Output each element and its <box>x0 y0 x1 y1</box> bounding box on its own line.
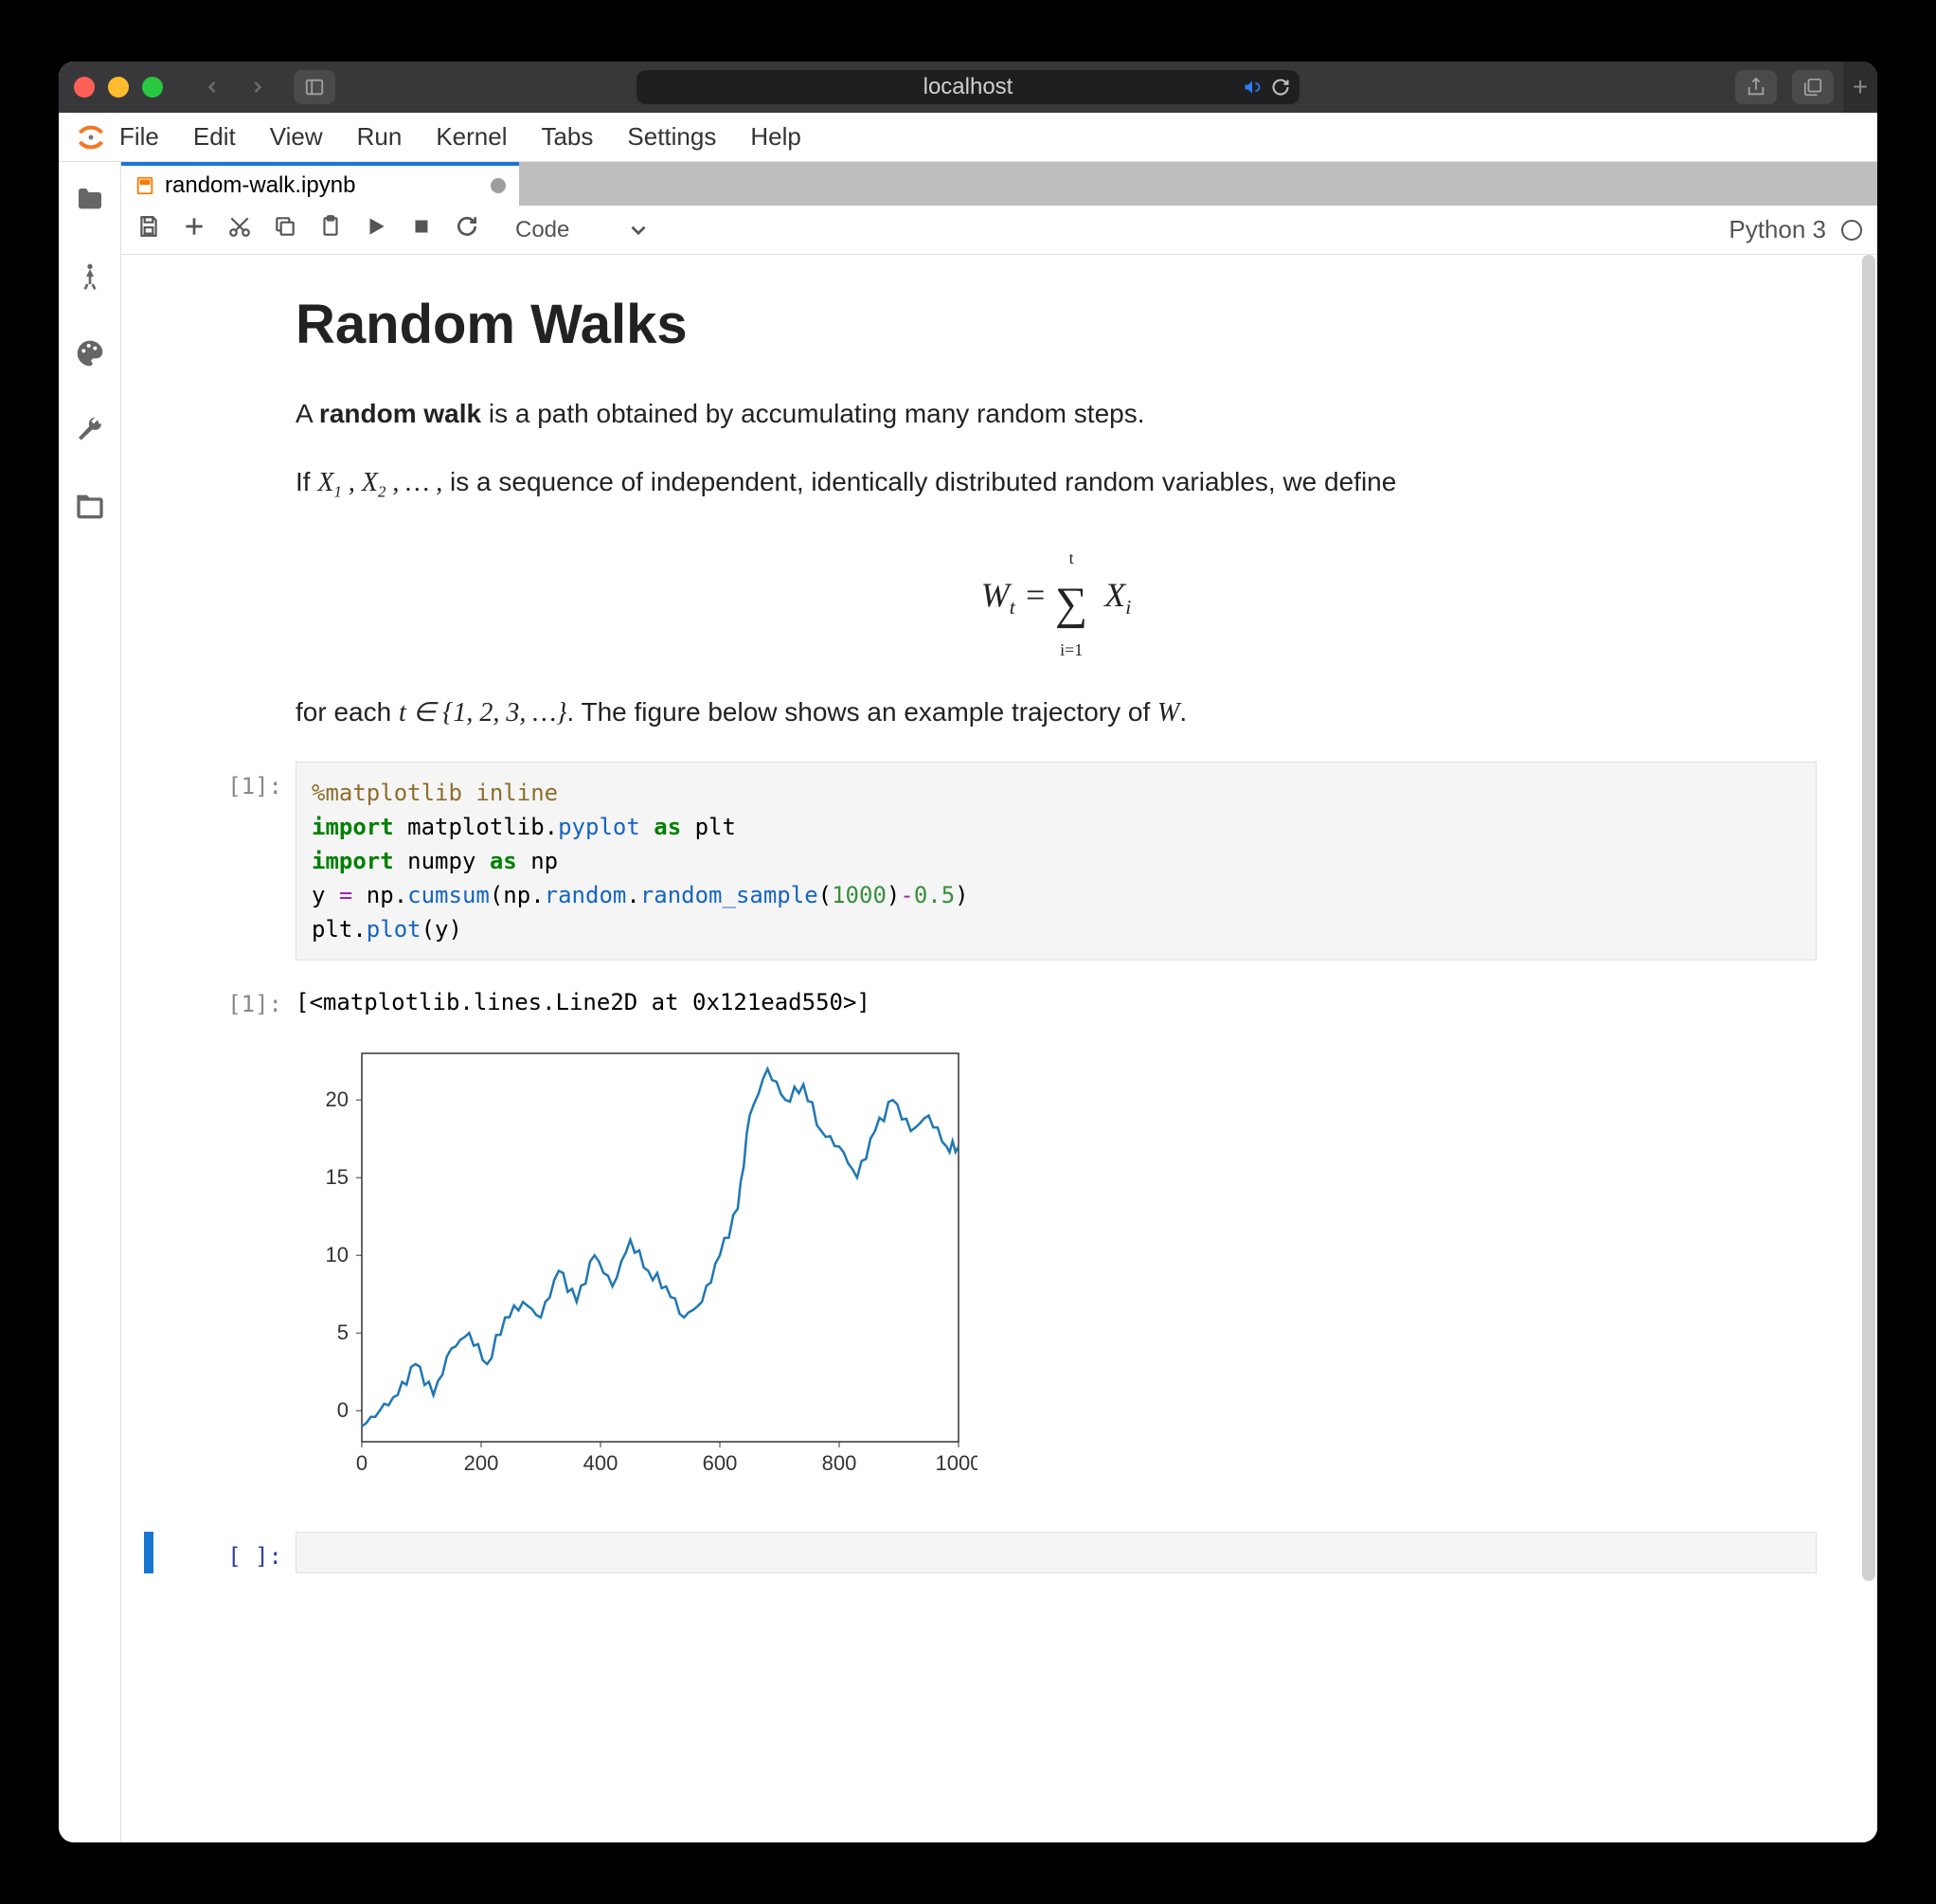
notebook-icon <box>134 175 155 196</box>
menu-run[interactable]: Run <box>357 122 403 152</box>
output-cell: [1]: [<matplotlib.lines.Line2D at 0x121e… <box>144 979 1855 1025</box>
svg-text:600: 600 <box>703 1451 738 1475</box>
cell-type-select[interactable]: Code <box>510 217 656 243</box>
kernel-name: Python 3 <box>1729 215 1826 244</box>
line-chart: 0 200 400 600 800 1000 0 5 10 15 20 <box>296 1034 977 1489</box>
equation: Wt = t ∑ i=1 Xi <box>296 532 1817 664</box>
url-text: localhost <box>923 74 1013 100</box>
copy-button[interactable] <box>273 214 297 245</box>
cut-button[interactable] <box>227 214 252 245</box>
save-button[interactable] <box>136 214 161 245</box>
wrench-icon[interactable] <box>75 415 105 450</box>
browser-window: localhost + File Edit View <box>59 62 1877 1842</box>
unsaved-indicator-icon <box>491 178 506 193</box>
paragraph: A random walk is a path obtained by accu… <box>296 394 1817 434</box>
cell-active-indicator <box>144 1532 153 1573</box>
palette-icon[interactable] <box>75 338 105 373</box>
active-code-cell[interactable]: [ ]: <box>144 1532 1855 1573</box>
titlebar: localhost + <box>59 62 1877 113</box>
menu-edit[interactable]: Edit <box>193 122 236 152</box>
tabs-button[interactable] <box>1792 70 1834 104</box>
paragraph: If X1 , X2 , … , is a sequence of indepe… <box>296 462 1817 504</box>
jupyter-logo-icon <box>70 117 112 158</box>
app-content: File Edit View Run Kernel Tabs Settings … <box>59 113 1877 1842</box>
output-prompt: [1]: <box>144 979 296 1025</box>
reload-icon[interactable] <box>1271 78 1290 97</box>
running-icon[interactable] <box>75 261 105 296</box>
svg-text:0: 0 <box>356 1451 367 1475</box>
notebook-tab[interactable]: random-walk.ipynb <box>121 162 519 206</box>
menu-file[interactable]: File <box>119 122 159 152</box>
svg-text:800: 800 <box>822 1451 857 1475</box>
input-prompt: [ ]: <box>153 1532 296 1573</box>
tab-filename: random-walk.ipynb <box>165 172 355 199</box>
notebook-area[interactable]: Random Walks A random walk is a path obt… <box>121 255 1877 1842</box>
kernel-status[interactable]: Python 3 <box>1729 215 1862 244</box>
restart-button[interactable] <box>455 214 479 245</box>
menubar: File Edit View Run Kernel Tabs Settings … <box>59 113 1877 162</box>
menu-settings[interactable]: Settings <box>627 122 716 152</box>
svg-text:20: 20 <box>326 1087 349 1111</box>
menu-tabs[interactable]: Tabs <box>541 122 593 152</box>
audio-icon <box>1243 78 1262 97</box>
markdown-cell[interactable]: Random Walks A random walk is a path obt… <box>296 293 1817 733</box>
code-input[interactable] <box>296 1532 1817 1573</box>
address-bar[interactable]: localhost <box>636 70 1300 104</box>
svg-text:1000: 1000 <box>936 1451 977 1475</box>
menu-kernel[interactable]: Kernel <box>436 122 507 152</box>
code-cell[interactable]: [1]: %matplotlib inline import matplotli… <box>144 762 1855 961</box>
titlebar-right <box>1735 70 1834 104</box>
close-window-button[interactable] <box>74 77 95 98</box>
input-prompt: [1]: <box>144 762 296 961</box>
svg-text:200: 200 <box>464 1451 499 1475</box>
cell-type-label: Code <box>515 217 569 243</box>
tab-bar: random-walk.ipynb <box>121 162 1877 206</box>
menu-view[interactable]: View <box>270 122 323 152</box>
menu: File Edit View Run Kernel Tabs Settings … <box>119 122 801 152</box>
svg-text:15: 15 <box>326 1165 349 1189</box>
output-text: [<matplotlib.lines.Line2D at 0x121ead550… <box>296 979 870 1025</box>
window-controls <box>74 77 163 98</box>
main-area: random-walk.ipynb Code <box>121 162 1877 1842</box>
svg-text:10: 10 <box>326 1243 349 1266</box>
share-button[interactable] <box>1735 70 1777 104</box>
sidebar-toggle-button[interactable] <box>294 70 335 104</box>
svg-text:400: 400 <box>583 1451 618 1475</box>
svg-text:0: 0 <box>337 1398 349 1422</box>
svg-text:5: 5 <box>337 1320 349 1344</box>
chevron-down-icon <box>626 218 651 242</box>
notebook-toolbar: Code Python 3 <box>121 206 1877 255</box>
new-tab-button[interactable]: + <box>1843 62 1877 113</box>
menu-help[interactable]: Help <box>750 122 800 152</box>
minimize-window-button[interactable] <box>108 77 129 98</box>
folder-icon[interactable] <box>75 185 105 220</box>
nav-buttons <box>191 70 278 104</box>
plot-output: 0 200 400 600 800 1000 0 5 10 15 20 <box>296 1034 1855 1494</box>
add-cell-button[interactable] <box>182 214 206 245</box>
run-button[interactable] <box>364 214 388 245</box>
maximize-window-button[interactable] <box>142 77 163 98</box>
code-input[interactable]: %matplotlib inline import matplotlib.pyp… <box>296 762 1817 961</box>
forward-button[interactable] <box>237 70 278 104</box>
paste-button[interactable] <box>318 214 343 245</box>
stop-button[interactable] <box>409 214 434 245</box>
scrollbar[interactable] <box>1862 255 1875 1581</box>
tabs-icon[interactable] <box>75 492 105 527</box>
activity-bar <box>59 162 121 1842</box>
heading: Random Walks <box>296 293 1817 356</box>
paragraph: for each t ∈ {1, 2, 3, …}. The figure be… <box>296 692 1817 733</box>
back-button[interactable] <box>191 70 233 104</box>
kernel-idle-icon <box>1841 220 1862 241</box>
